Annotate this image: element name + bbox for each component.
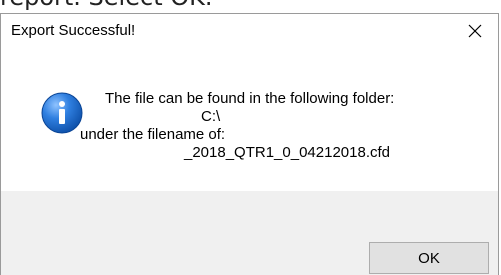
dialog-footer: OK xyxy=(1,191,498,275)
message-filename: _2018_QTR1_0_04212018.cfd xyxy=(184,144,391,161)
message-line-1: The file can be found in the following f… xyxy=(105,90,395,107)
info-icon xyxy=(41,92,83,134)
dialog-content: The file can be found in the following f… xyxy=(1,48,498,191)
dialog-title: Export Successful! xyxy=(11,22,136,39)
message-line-3: under the filename of: xyxy=(80,126,226,143)
message-folder-path: C:\ xyxy=(201,108,221,125)
close-icon xyxy=(468,24,482,38)
dialog-titlebar[interactable]: Export Successful! xyxy=(1,14,498,48)
background-caption: report. Select OK. xyxy=(0,0,501,14)
export-successful-dialog: Export Successful! The file can be found… xyxy=(0,13,499,275)
close-button[interactable] xyxy=(452,14,498,48)
ok-button[interactable]: OK xyxy=(369,242,489,274)
